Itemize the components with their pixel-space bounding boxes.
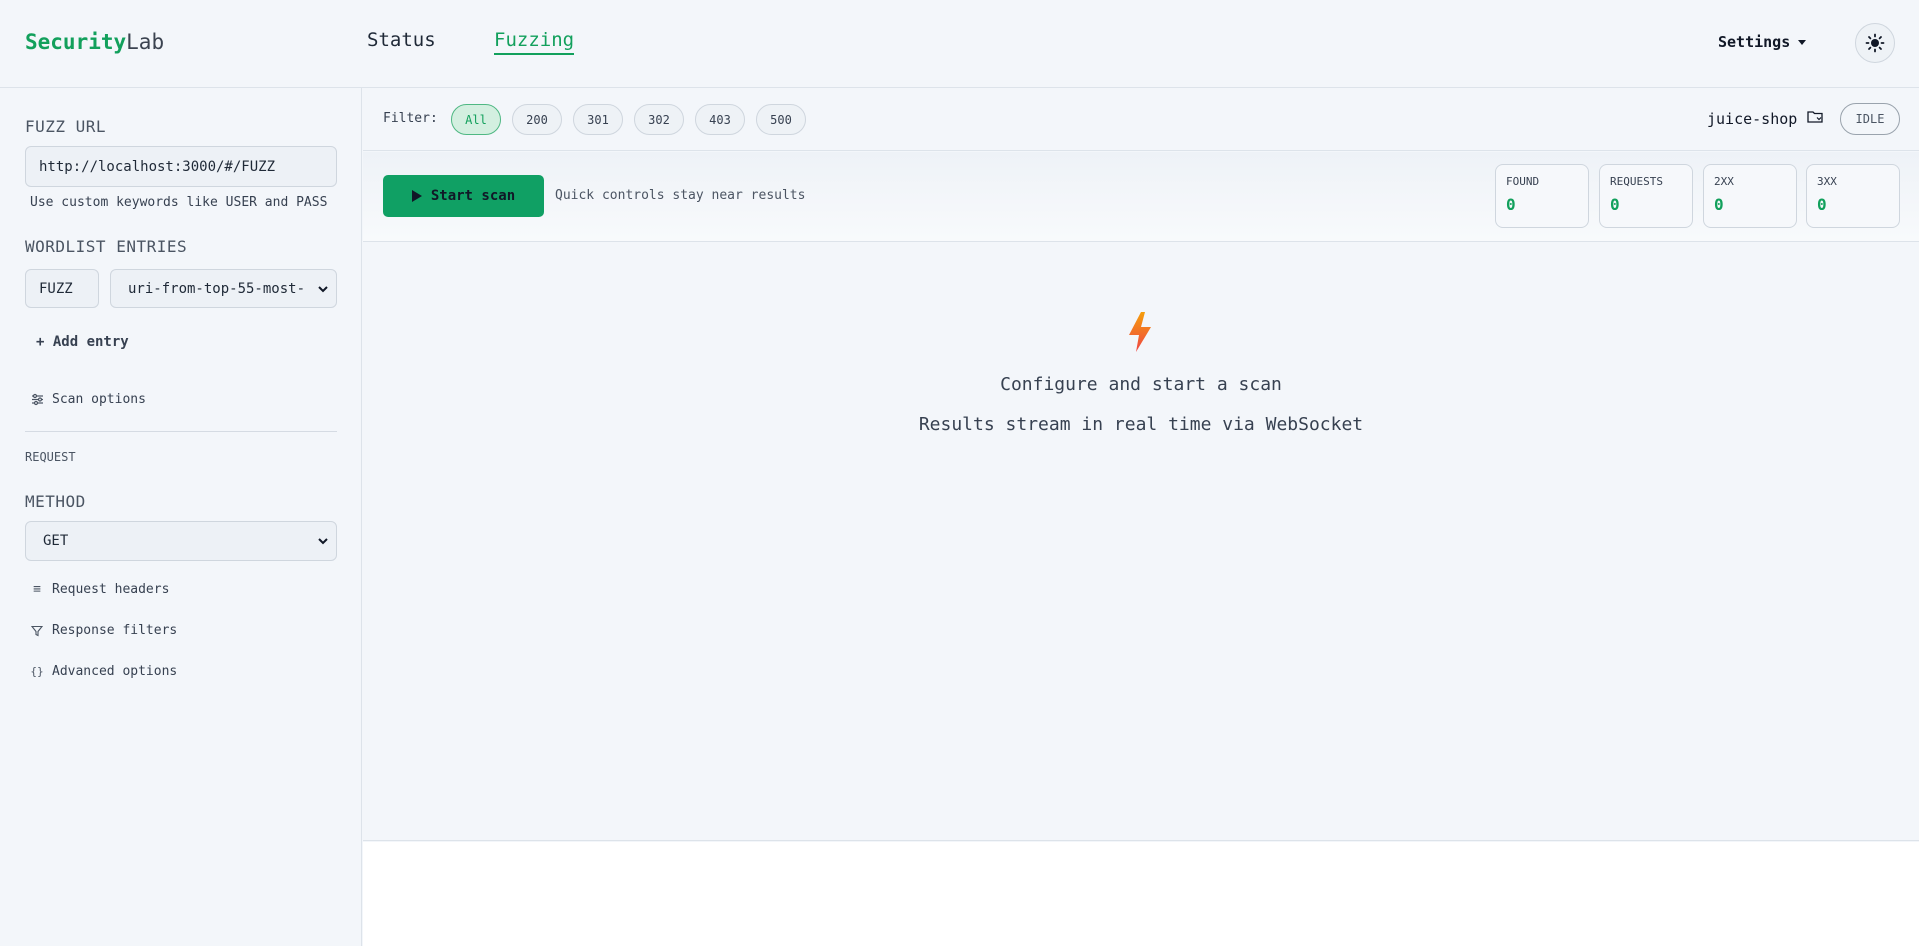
stat-label: FOUND <box>1506 175 1540 188</box>
wordlist-select-value: uri-from-top-55-most- <box>128 280 306 297</box>
play-icon <box>411 190 422 202</box>
stat-value: 0 <box>1714 195 1724 214</box>
wordlist-keyword-input[interactable]: FUZZ <box>25 269 99 308</box>
add-entry-button[interactable]: + Add entry <box>36 334 129 350</box>
empty-state-subtitle: Results stream in real time via WebSocke… <box>918 414 1364 435</box>
braces-icon: {} <box>30 665 44 678</box>
scan-options-toggle[interactable]: Scan options <box>30 392 146 407</box>
wordlist-keyword-value: FUZZ <box>39 280 73 297</box>
config-sidebar: FUZZ URL http://localhost:3000/#/FUZZ Us… <box>0 88 362 946</box>
settings-label: Settings <box>1718 33 1791 51</box>
caret-down-icon <box>1798 40 1807 45</box>
advanced-options-label: Advanced options <box>52 664 178 679</box>
brand-name-part1: Security <box>25 30 127 54</box>
start-scan-label: Start scan <box>430 188 516 204</box>
method-label: METHOD <box>25 492 86 511</box>
tab-status[interactable]: Status <box>367 29 436 51</box>
wordlist-select[interactable]: uri-from-top-55-most- <box>110 269 337 308</box>
tab-fuzzing[interactable]: Fuzzing <box>494 29 575 55</box>
filter-bar: Filter: All 200 301 302 403 500 juice-sh… <box>363 88 1919 151</box>
wordlist-label: WORDLIST ENTRIES <box>25 237 188 256</box>
settings-dropdown[interactable]: Settings <box>1718 33 1807 51</box>
fuzz-url-hint: Use custom keywords like USER and PASS <box>30 195 328 210</box>
project-selector[interactable]: juice-shop <box>1707 110 1824 128</box>
method-select[interactable]: GET <box>25 521 337 561</box>
stat-card-3xx: 3XX 0 <box>1806 164 1900 228</box>
stat-value: 0 <box>1506 195 1516 214</box>
fuzz-url-value: http://localhost:3000/#/FUZZ <box>39 158 276 175</box>
method-value: GET <box>43 533 69 549</box>
stat-label: 3XX <box>1817 175 1837 188</box>
quick-controls-hint: Quick controls stay near results <box>555 188 806 203</box>
filter-chip-all[interactable]: All <box>451 104 501 135</box>
theme-toggle-button[interactable] <box>1855 23 1895 63</box>
scan-options-label: Scan options <box>52 392 146 407</box>
chevron-down-icon <box>318 538 328 545</box>
scan-control-bar: Start scan Quick controls stay near resu… <box>363 152 1919 242</box>
sidebar-divider <box>25 431 337 432</box>
filter-chip-500[interactable]: 500 <box>756 104 806 135</box>
request-headers-label: Request headers <box>52 582 170 597</box>
filter-chip-301[interactable]: 301 <box>573 104 623 135</box>
brand-name-part2: Lab <box>126 30 165 54</box>
advanced-options-toggle[interactable]: {} Advanced options <box>30 664 177 679</box>
fuzz-url-input[interactable]: http://localhost:3000/#/FUZZ <box>25 146 337 187</box>
results-panel: Configure and start a scan Results strea… <box>363 243 1919 841</box>
detail-pane <box>363 842 1919 946</box>
top-navbar: SecurityLab Status Fuzzing Settings <box>0 0 1919 88</box>
filter-chip-200[interactable]: 200 <box>512 104 562 135</box>
funnel-icon <box>30 625 44 637</box>
brand-logo[interactable]: SecurityLab <box>25 30 164 54</box>
response-filters-toggle[interactable]: Response filters <box>30 623 177 638</box>
list-icon: ≡ <box>33 582 41 597</box>
empty-state-title: Configure and start a scan <box>1000 374 1282 395</box>
stat-label: REQUESTS <box>1610 175 1663 188</box>
stat-card-2xx: 2XX 0 <box>1703 164 1797 228</box>
request-section-title: REQUEST <box>25 450 76 464</box>
stat-card-found: FOUND 0 <box>1495 164 1589 228</box>
stat-card-requests: REQUESTS 0 <box>1599 164 1693 228</box>
stat-value: 0 <box>1610 195 1620 214</box>
sliders-icon <box>30 393 44 406</box>
fuzz-url-label: FUZZ URL <box>25 117 107 136</box>
filter-chip-302[interactable]: 302 <box>634 104 684 135</box>
chevron-down-icon <box>318 285 328 292</box>
sun-icon <box>1865 33 1885 53</box>
filter-chip-403[interactable]: 403 <box>695 104 745 135</box>
stat-value: 0 <box>1817 195 1827 214</box>
filter-label: Filter: <box>383 111 438 126</box>
folder-icon <box>1807 110 1824 128</box>
stat-label: 2XX <box>1714 175 1734 188</box>
response-filters-label: Response filters <box>52 623 178 638</box>
start-scan-button[interactable]: Start scan <box>383 175 544 217</box>
lightning-icon <box>1129 312 1151 352</box>
project-name: juice-shop <box>1707 110 1798 128</box>
status-badge: IDLE <box>1840 103 1900 135</box>
request-headers-toggle[interactable]: ≡ Request headers <box>30 582 169 597</box>
